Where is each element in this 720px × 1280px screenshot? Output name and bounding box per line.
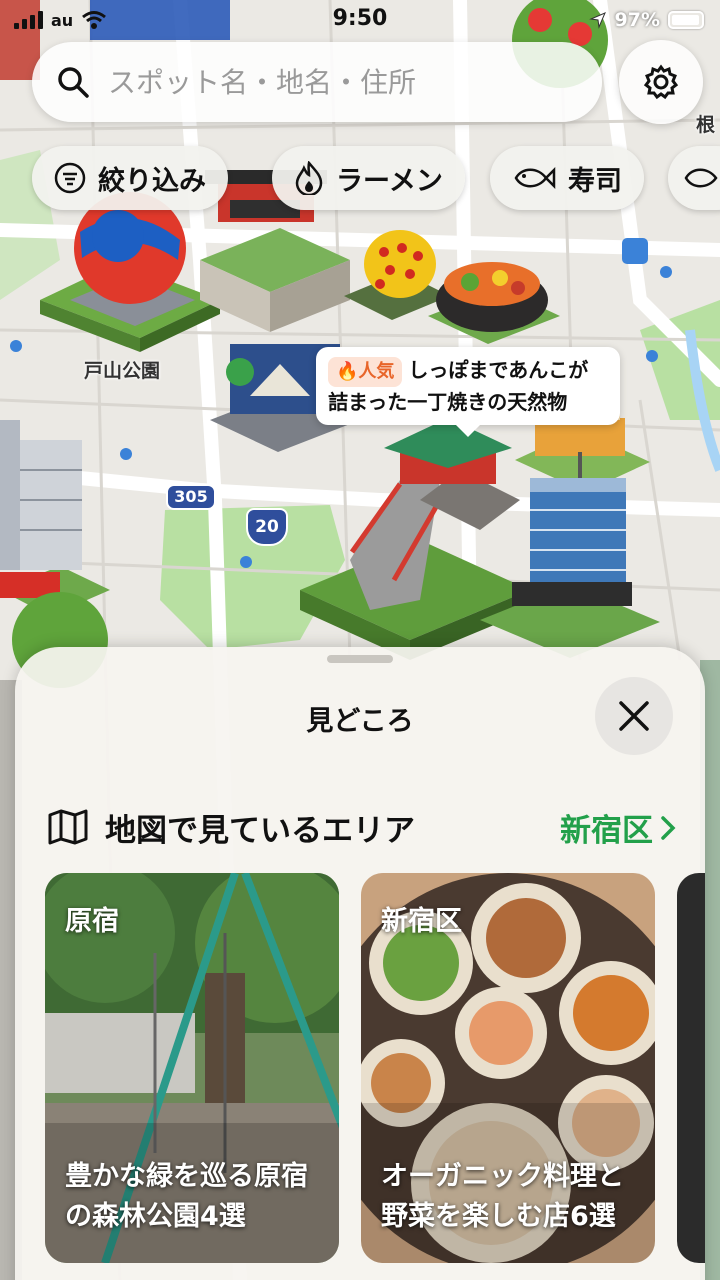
battery-percent: 97% (614, 9, 660, 31)
route-305-badge: 305 (166, 484, 216, 510)
callout-text-line1: しっぽまであんこが (408, 358, 589, 382)
card-title: 豊かな緑を巡る原宿の森林公園4選 (65, 1161, 308, 1232)
search-icon (58, 67, 89, 98)
card-area-label: 原宿 (65, 906, 119, 937)
edge-place-label: 根 (696, 114, 716, 136)
filter-chip-label: 絞り込み (98, 165, 206, 197)
spot-callout[interactable]: 🔥人気 しっぽまであんこが 詰まった一丁焼きの天然物 (316, 347, 620, 437)
card-area-label: 新宿区 (381, 906, 462, 937)
filter-icon (54, 162, 86, 194)
close-icon (619, 701, 649, 731)
flame-icon: 🔥 (336, 361, 359, 382)
filter-chip-refine[interactable]: 絞り込み (32, 146, 228, 210)
gear-icon (643, 64, 679, 100)
highlights-sheet[interactable]: 見どころ 地図で見ているエリア 新宿区 原宿 豊かな緑を巡る原宿の森林公園4選 … (15, 647, 705, 1280)
feature-card-partial[interactable] (677, 873, 705, 1263)
section-title: 地図で見ているエリア (105, 812, 415, 849)
sheet-grabber[interactable] (327, 655, 393, 663)
feature-card[interactable]: 新宿区 オーガニック料理と野菜を楽しむ店6選 (361, 873, 655, 1263)
callout-text-line2: 詰まった一丁焼きの天然物 (328, 390, 568, 414)
route-20-badge: 20 (246, 508, 288, 546)
popular-badge: 🔥人気 (328, 357, 403, 387)
map-icon (48, 809, 88, 845)
fish-icon (514, 166, 556, 190)
card-title: オーガニック料理と野菜を楽しむ店6選 (381, 1161, 624, 1232)
close-button[interactable] (595, 677, 673, 755)
filter-chip-label: 寿司 (568, 165, 622, 197)
filter-chip-sushi[interactable]: 寿司 (490, 146, 644, 210)
flame-icon (295, 161, 323, 195)
search-input[interactable] (108, 65, 548, 99)
location-arrow-icon (588, 12, 606, 29)
area-link[interactable]: 新宿区 (560, 805, 677, 850)
search-bar[interactable] (32, 42, 602, 122)
chevron-right-icon (661, 815, 676, 840)
area-link-label: 新宿区 (560, 813, 653, 849)
visible-area-header: 地図で見ているエリア 新宿区 (47, 805, 677, 849)
filter-chip-label: ラーメン (336, 165, 443, 197)
filter-chip-ramen[interactable]: ラーメン (272, 146, 465, 210)
battery-icon (668, 11, 704, 29)
status-bar: au 9:50 97% (0, 0, 720, 40)
settings-button[interactable] (619, 40, 703, 124)
feature-card[interactable]: 原宿 豊かな緑を巡る原宿の森林公園4選 (45, 873, 339, 1263)
park-label: 戸山公園 (84, 360, 161, 382)
fish-icon (684, 168, 718, 188)
